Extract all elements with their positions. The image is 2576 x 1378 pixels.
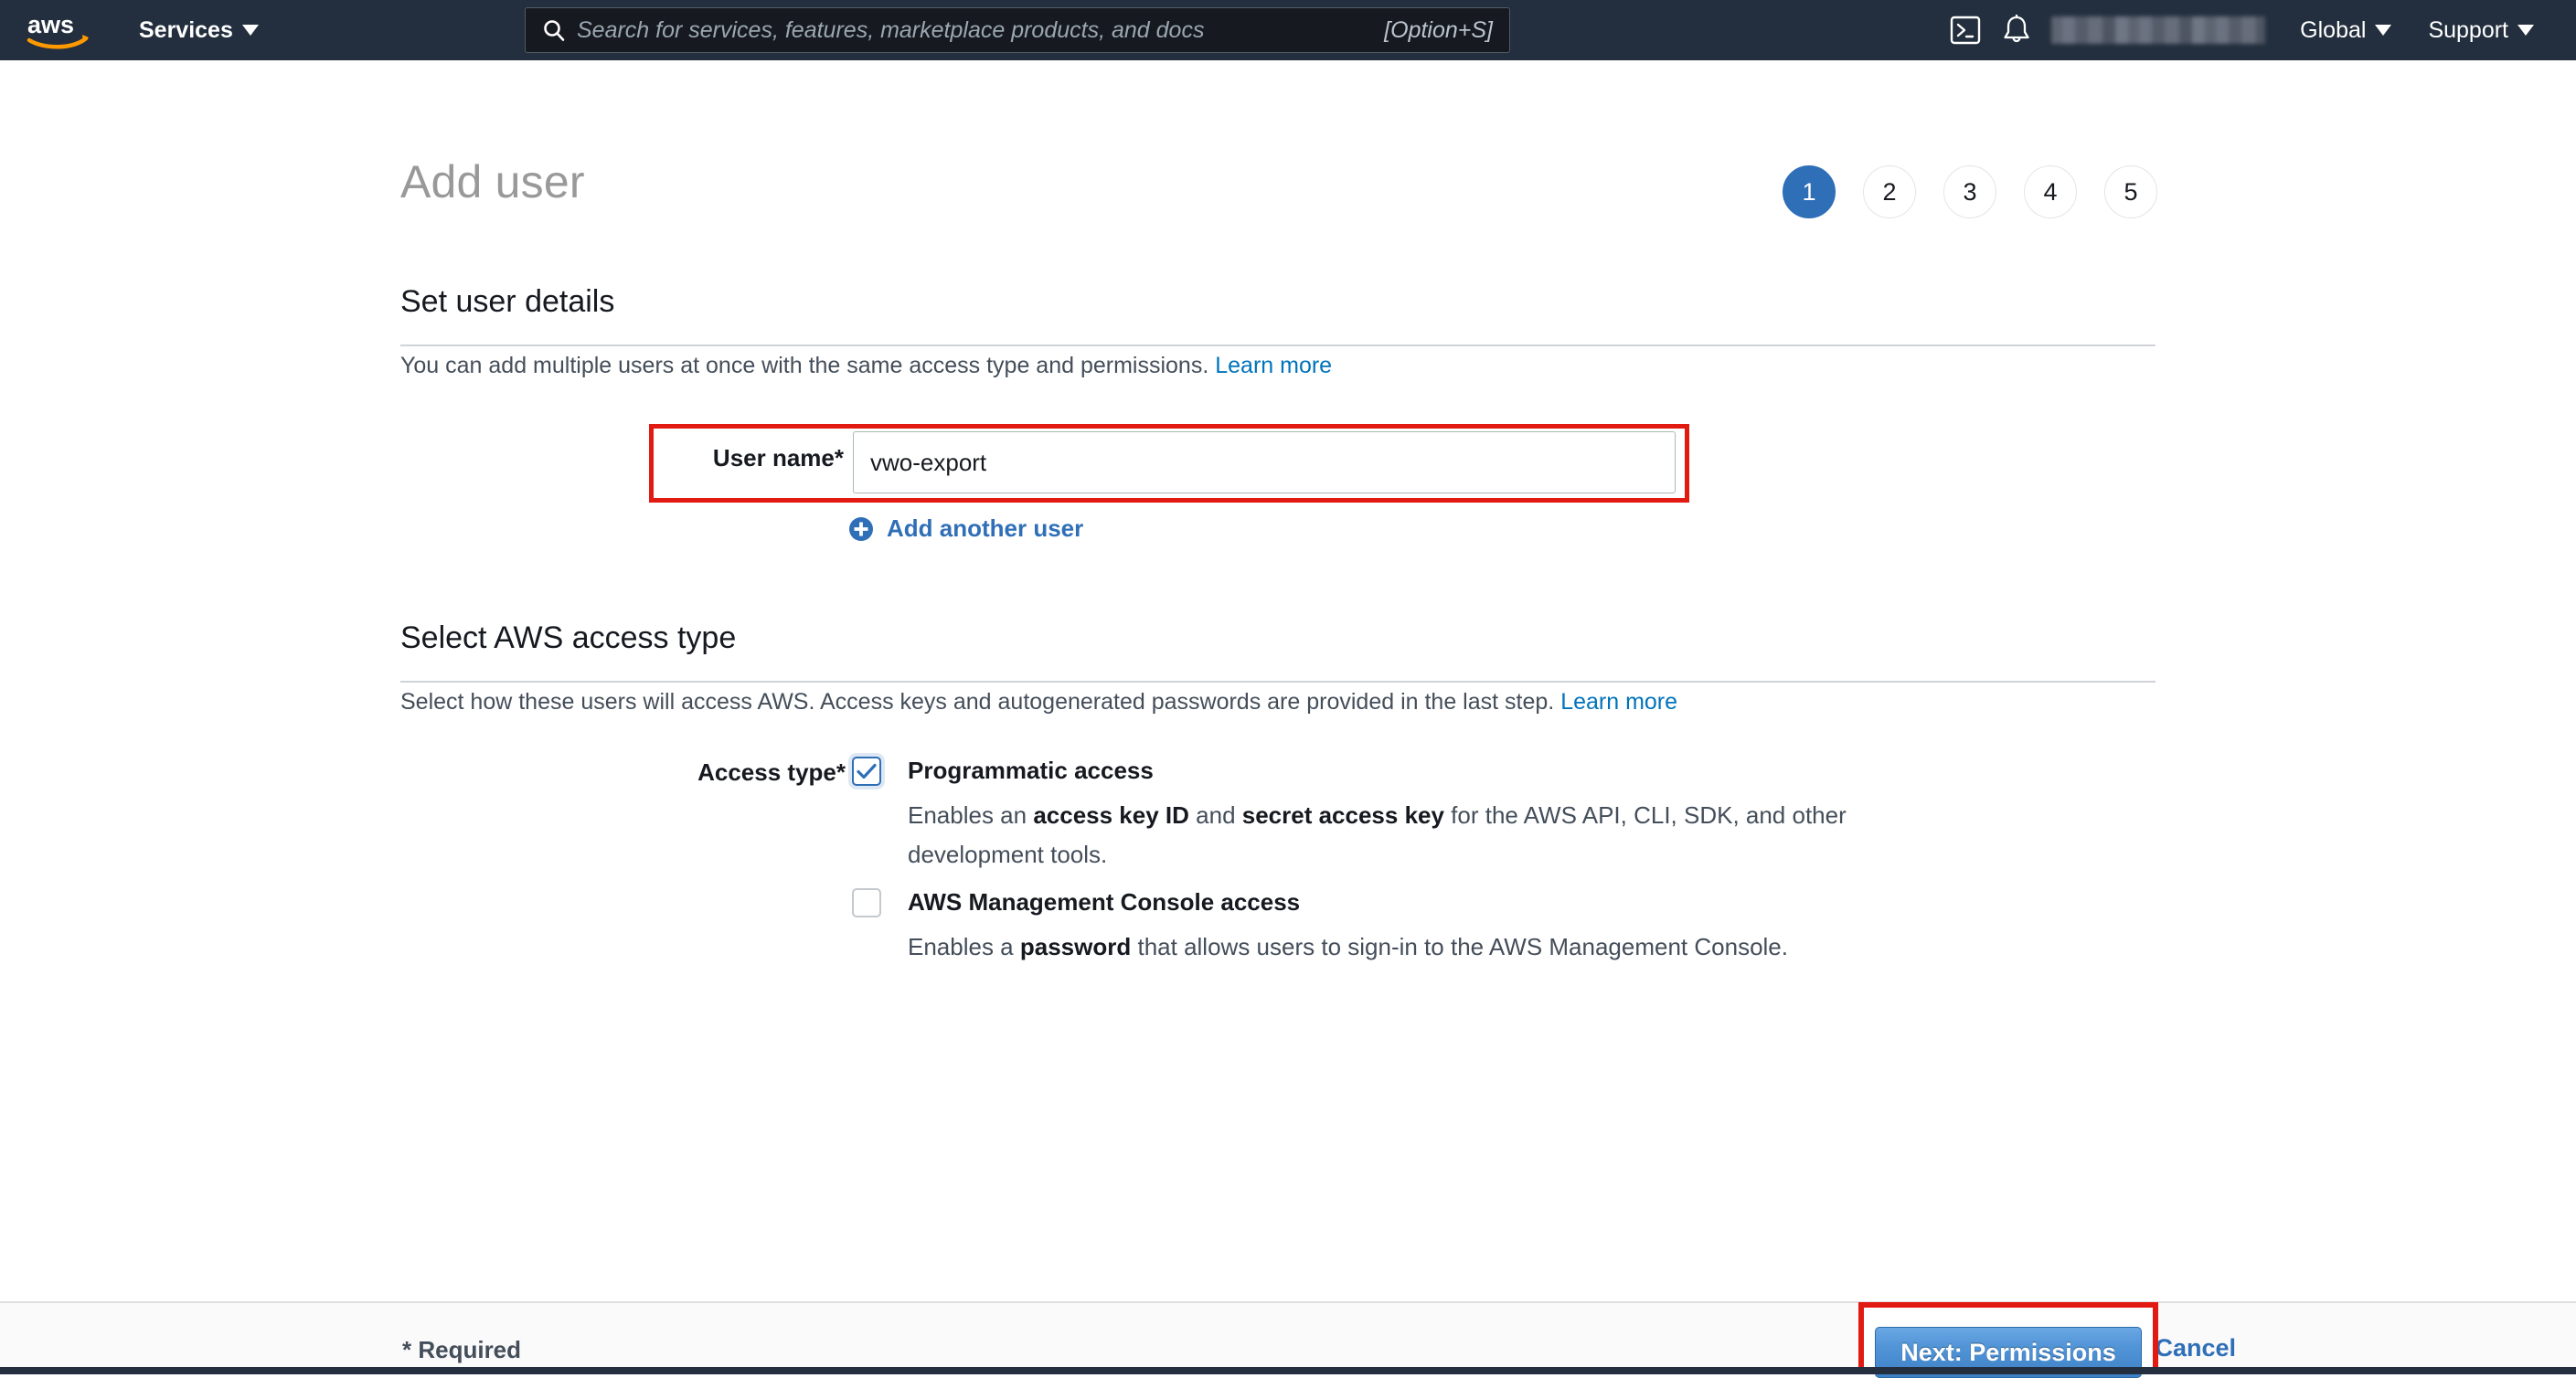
desc-part: Enables a [908, 933, 1020, 960]
learn-more-link-user-details[interactable]: Learn more [1215, 353, 1332, 378]
access-option-description-programmatic: Enables an access key ID and secret acce… [908, 796, 1913, 874]
search-input[interactable] [577, 16, 1372, 44]
access-type-label: Access type* [697, 758, 846, 786]
add-another-user-button[interactable]: Add another user [848, 514, 1083, 543]
nav-right-cluster: Global Support [1940, 0, 2576, 60]
desc-part-bold: secret access key [1241, 801, 1444, 829]
add-another-user-label: Add another user [887, 514, 1084, 542]
username-input[interactable] [853, 431, 1676, 493]
step-1[interactable]: 1 [1783, 165, 1836, 218]
cancel-button[interactable]: Cancel [2155, 1334, 2236, 1362]
desc-part: Enables an [908, 801, 1034, 829]
page-title: Add user [400, 156, 585, 207]
global-search-bar[interactable]: [Option+S] [525, 7, 1510, 53]
learn-more-link-access-type[interactable]: Learn more [1560, 689, 1677, 715]
set-user-details-description-text: You can add multiple users at once with … [400, 353, 1209, 378]
main-content-area: Add user 1 2 3 4 5 Set user details You … [0, 60, 2576, 1316]
services-menu-label: Services [139, 16, 233, 43]
chevron-down-icon [241, 25, 259, 36]
step-5[interactable]: 5 [2104, 165, 2157, 218]
services-menu-button[interactable]: Services [139, 17, 259, 44]
chevron-down-icon [2517, 25, 2534, 36]
top-navigation-bar: aws Services [Option+S] [0, 0, 2576, 60]
section-divider [400, 344, 2156, 346]
set-user-details-description: You can add multiple users at once with … [400, 353, 1332, 379]
support-label: Support [2428, 16, 2508, 43]
search-shortcut-hint: [Option+S] [1384, 16, 1493, 43]
cloudshell-icon[interactable] [1940, 5, 1991, 56]
select-access-type-description-text: Select how these users will access AWS. … [400, 689, 1555, 715]
account-name-redacted[interactable] [2051, 16, 2266, 44]
step-4[interactable]: 4 [2024, 165, 2077, 218]
plus-circle-icon [848, 516, 874, 542]
select-access-type-heading: Select AWS access type [400, 620, 737, 655]
username-label: User name* [712, 444, 844, 472]
set-user-details-heading: Set user details [400, 284, 615, 319]
bottom-strip [0, 1367, 2576, 1374]
desc-part: and [1188, 801, 1242, 829]
checkbox-console-access[interactable] [852, 888, 881, 917]
checkbox-programmatic-access[interactable] [852, 757, 881, 786]
search-icon [542, 18, 566, 42]
desc-part: that allows users to sign-in to the AWS … [1131, 933, 1788, 960]
notifications-bell-icon[interactable] [1991, 5, 2042, 56]
support-menu[interactable]: Support [2410, 17, 2552, 44]
access-option-title-console[interactable]: AWS Management Console access [908, 888, 1300, 917]
access-option-title-programmatic[interactable]: Programmatic access [908, 757, 1154, 785]
region-label: Global [2300, 16, 2367, 43]
chevron-down-icon [2375, 25, 2392, 36]
required-note: * Required [402, 1336, 522, 1363]
step-3[interactable]: 3 [1943, 165, 1996, 218]
section-divider [400, 681, 2156, 683]
step-2[interactable]: 2 [1863, 165, 1916, 218]
access-option-description-console: Enables a password that allows users to … [908, 928, 1913, 967]
select-access-type-description: Select how these users will access AWS. … [400, 689, 1677, 716]
svg-text:aws: aws [27, 11, 74, 38]
desc-part-bold: access key ID [1033, 801, 1189, 829]
aws-logo[interactable]: aws [26, 9, 93, 51]
region-selector[interactable]: Global [2282, 17, 2410, 44]
desc-part-bold: password [1019, 933, 1132, 960]
step-indicator: 1 2 3 4 5 [1783, 165, 2157, 218]
